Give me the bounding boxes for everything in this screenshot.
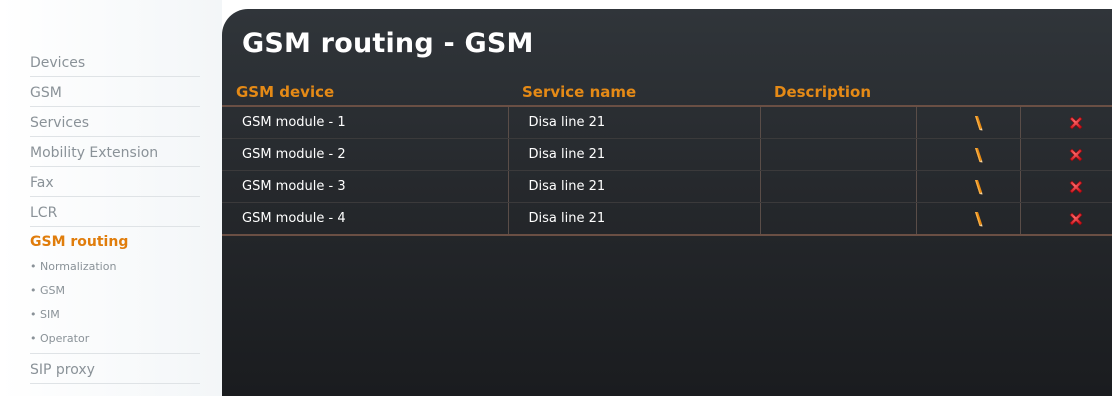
delete-icon[interactable] [1067,178,1085,196]
sidebar-subitem-label: Normalization [40,260,117,273]
cell-gsm-device: GSM module - 4 [222,202,509,236]
sidebar: Devices GSM Services Mobility Extension … [0,0,222,396]
sidebar-item-services[interactable]: Services [30,107,200,137]
column-header-edit [916,79,1020,107]
sidebar-subitem-gsm[interactable]: • GSM [30,279,200,303]
cell-gsm-device: GSM module - 3 [222,170,509,203]
sidebar-subitem-label: Operator [40,332,90,345]
sidebar-item-sip-proxy[interactable]: SIP proxy [30,354,200,384]
bullet-icon: • [30,308,37,321]
cell-description [760,138,917,171]
sidebar-item-fax[interactable]: Fax [30,167,200,197]
main-panel: GSM routing - GSM GSM device Service nam… [222,9,1112,396]
pencil-icon[interactable] [970,115,986,131]
sidebar-item-gsm[interactable]: GSM [30,77,200,107]
table-row: GSM module - 4 Disa line 21 [222,202,1112,236]
cell-delete [1020,170,1112,203]
sidebar-subitem-sim[interactable]: • SIM [30,303,200,327]
column-header-gsm-device[interactable]: GSM device [222,79,508,107]
pencil-icon[interactable] [970,147,986,163]
cell-edit [916,170,1021,203]
sidebar-item-devices[interactable]: Devices [30,47,200,77]
sidebar-subitem-normalization[interactable]: • Normalization [30,255,200,279]
table-row: GSM module - 2 Disa line 21 [222,138,1112,171]
table-header-row: GSM device Service name Description [222,79,1112,107]
cell-description [760,202,917,236]
sidebar-subnav: • Normalization • GSM • SIM • Operator [30,255,200,354]
cell-edit [916,138,1021,171]
bullet-icon: • [30,260,37,273]
routing-table: GSM device Service name Description GSM … [222,79,1112,236]
pencil-icon[interactable] [970,179,986,195]
table-row: GSM module - 1 Disa line 21 [222,106,1112,139]
delete-icon[interactable] [1067,114,1085,132]
cell-service-name: Disa line 21 [508,202,761,236]
cell-service-name: Disa line 21 [508,106,761,139]
bullet-icon: • [30,332,37,345]
sidebar-subitem-label: GSM [40,284,65,297]
pencil-icon[interactable] [970,211,986,227]
cell-service-name: Disa line 21 [508,170,761,203]
delete-icon[interactable] [1067,146,1085,164]
cell-delete [1020,202,1112,236]
delete-icon[interactable] [1067,210,1085,228]
cell-edit [916,106,1021,139]
sidebar-item-lcr[interactable]: LCR [30,197,200,227]
cell-gsm-device: GSM module - 1 [222,106,509,139]
bullet-icon: • [30,284,37,297]
sidebar-item-mobility-extension[interactable]: Mobility Extension [30,137,200,167]
table-body: GSM module - 1 Disa line 21 GSM module - 2… [222,106,1112,236]
column-header-description[interactable]: Description [760,79,916,107]
column-header-delete [1020,79,1112,107]
sidebar-item-gsm-routing[interactable]: GSM routing [30,227,200,255]
cell-description [760,106,917,139]
column-header-service-name[interactable]: Service name [508,79,760,107]
cell-edit [916,202,1021,236]
cell-gsm-device: GSM module - 2 [222,138,509,171]
table-row: GSM module - 3 Disa line 21 [222,170,1112,203]
sidebar-nav: Devices GSM Services Mobility Extension … [30,47,200,384]
sidebar-subitem-operator[interactable]: • Operator [30,327,200,351]
sidebar-subitem-label: SIM [40,308,60,321]
cell-service-name: Disa line 21 [508,138,761,171]
cell-description [760,170,917,203]
cell-delete [1020,138,1112,171]
cell-delete [1020,106,1112,139]
page-title: GSM routing - GSM [242,28,534,59]
